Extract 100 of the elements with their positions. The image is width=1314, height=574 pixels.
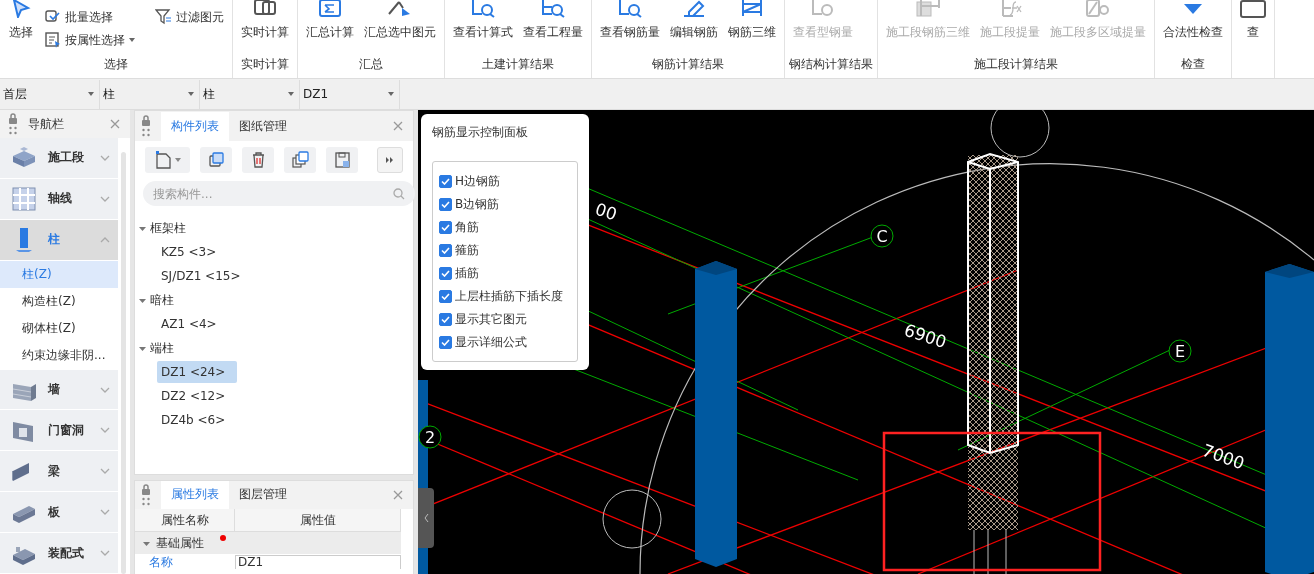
checkbox[interactable] [439, 266, 452, 280]
property-value-field[interactable]: DZ1 [235, 555, 401, 569]
checkbox-label: 上层柱插筋下插长度 [455, 287, 563, 305]
tree-item[interactable]: SJ/DZ1 <15> [157, 265, 245, 287]
checkbox-label: 角筋 [455, 218, 479, 236]
dot-icon [220, 535, 226, 541]
nav-category[interactable]: 门窗洞 [0, 410, 118, 451]
group-label: 检查 [1180, 56, 1206, 73]
double-arrow-icon [386, 157, 394, 163]
collapse-handle[interactable] [418, 488, 434, 548]
chevron-icon [100, 154, 110, 161]
tab[interactable]: 属性列表 [161, 481, 229, 509]
chevron-icon [100, 509, 110, 516]
nav-category[interactable]: 轴线 [0, 178, 118, 219]
scrollbar[interactable] [121, 152, 126, 574]
checkbox[interactable] [439, 289, 452, 303]
tree-item[interactable]: KZ5 <3> [157, 241, 221, 263]
dimension-label: 7000 [1199, 439, 1248, 474]
dimension-label: 00 [592, 198, 620, 225]
group-label: 钢结构计算结果 [789, 56, 873, 73]
nav-category[interactable]: 梁 [0, 451, 118, 492]
checkbox-label: 箍筋 [455, 241, 479, 259]
tree-node[interactable]: 暗柱 [139, 288, 174, 312]
dropdown[interactable]: 柱 [100, 79, 200, 109]
checkbox[interactable] [439, 312, 452, 326]
checkbox-label: H边钢筋 [455, 172, 501, 190]
tree-item[interactable]: AZ1 <4> [157, 313, 221, 335]
column-header: 属性名称 [135, 509, 235, 531]
chevron-icon [100, 195, 110, 202]
close-icon[interactable] [393, 121, 403, 131]
caret-icon [388, 92, 394, 97]
checkbox-label: 插筋 [455, 264, 479, 282]
checkbox[interactable] [439, 243, 452, 257]
chevron-icon [100, 550, 110, 556]
ribbon-button[interactable]: 查 [1236, 0, 1270, 44]
axis-marker: E [1168, 339, 1192, 363]
ribbon-button[interactable]: 查看工程量 [519, 0, 587, 44]
ribbon-button[interactable]: 选择 [4, 0, 38, 44]
caret-icon [139, 224, 146, 232]
layer-copy-button[interactable] [284, 147, 316, 173]
tree-node[interactable]: 端柱 [139, 336, 174, 360]
pencil-icon [681, 0, 707, 18]
delete-button[interactable] [242, 147, 274, 173]
tab[interactable]: 图纸管理 [229, 112, 297, 141]
axis-marker: C [870, 224, 894, 248]
checkbox[interactable] [439, 174, 452, 188]
copy-button[interactable] [200, 147, 232, 173]
checkbox-label: 显示详细公式 [455, 333, 527, 351]
group-label: 钢筋计算结果 [651, 56, 725, 73]
dimension-label: 6900 [901, 319, 950, 353]
tree-node[interactable]: 框架柱 [139, 216, 186, 240]
checkbox[interactable] [439, 220, 452, 234]
expand-button[interactable] [377, 147, 403, 173]
dropdown[interactable]: DZ1 [300, 79, 400, 109]
ribbon-button[interactable]: 按属性选择 [40, 29, 139, 51]
group-label: 汇总 [358, 56, 384, 73]
caret-icon [139, 296, 146, 304]
ribbon-button[interactable]: 钢筋三维 [724, 0, 780, 44]
ribbon-button[interactable]: 汇总选中图元 [360, 0, 440, 44]
nav-category[interactable]: 装配式 [0, 533, 118, 573]
chevron-icon [423, 514, 429, 522]
nav-category[interactable]: 施工段 [0, 138, 118, 178]
caret-icon [129, 38, 135, 42]
tab[interactable]: 构件列表 [161, 112, 229, 141]
dropdown[interactable]: 柱 [200, 79, 300, 109]
ribbon-button[interactable]: 汇总计算 [302, 0, 358, 44]
ribbon-button[interactable]: 编辑钢筋 [666, 0, 722, 44]
ribbon-button[interactable]: 查看钢筋量 [596, 0, 664, 44]
ribbon-button[interactable]: 合法性检查 [1159, 0, 1227, 44]
panel-title: 导航栏 [28, 115, 65, 133]
save-icon [333, 151, 351, 169]
tree-item[interactable]: DZ4b <6> [157, 409, 230, 431]
lock-icon [141, 115, 151, 137]
ribbon-button[interactable]: 过滤图元 [151, 6, 228, 28]
chevron-icon [100, 236, 110, 243]
document-icon [1240, 0, 1266, 18]
tree-item[interactable]: DZ2 <12> [157, 385, 230, 407]
ribbon-button[interactable]: 查看计算式 [449, 0, 517, 44]
group-label: 实时计算 [240, 56, 290, 73]
new-button[interactable] [145, 147, 190, 173]
dropdown[interactable]: 首层 [0, 79, 100, 109]
tab[interactable]: 图层管理 [229, 481, 297, 509]
ribbon-button[interactable]: 实时计算 [237, 0, 293, 44]
checkbox[interactable] [439, 335, 452, 349]
nav-item[interactable]: 柱(Z) [0, 260, 118, 288]
search-field[interactable]: 搜索构件... [143, 181, 415, 206]
close-icon[interactable] [110, 119, 120, 129]
nav-category[interactable]: 板 [0, 492, 118, 533]
group-row[interactable]: 基础属性 [135, 532, 401, 554]
chevron-icon [100, 427, 110, 434]
checkbox-label: 显示其它图元 [455, 310, 527, 328]
close-icon[interactable] [393, 490, 403, 500]
checkbox[interactable] [439, 197, 452, 211]
save-button[interactable] [326, 147, 358, 173]
list-icon [44, 31, 62, 49]
caret-icon [88, 92, 94, 97]
axis-marker: 2 [418, 425, 442, 449]
nav-category[interactable]: 墙 [0, 369, 118, 410]
ribbon-button[interactable]: 批量选择 [40, 6, 139, 28]
tree-item[interactable]: DZ1 <24> [157, 361, 237, 383]
